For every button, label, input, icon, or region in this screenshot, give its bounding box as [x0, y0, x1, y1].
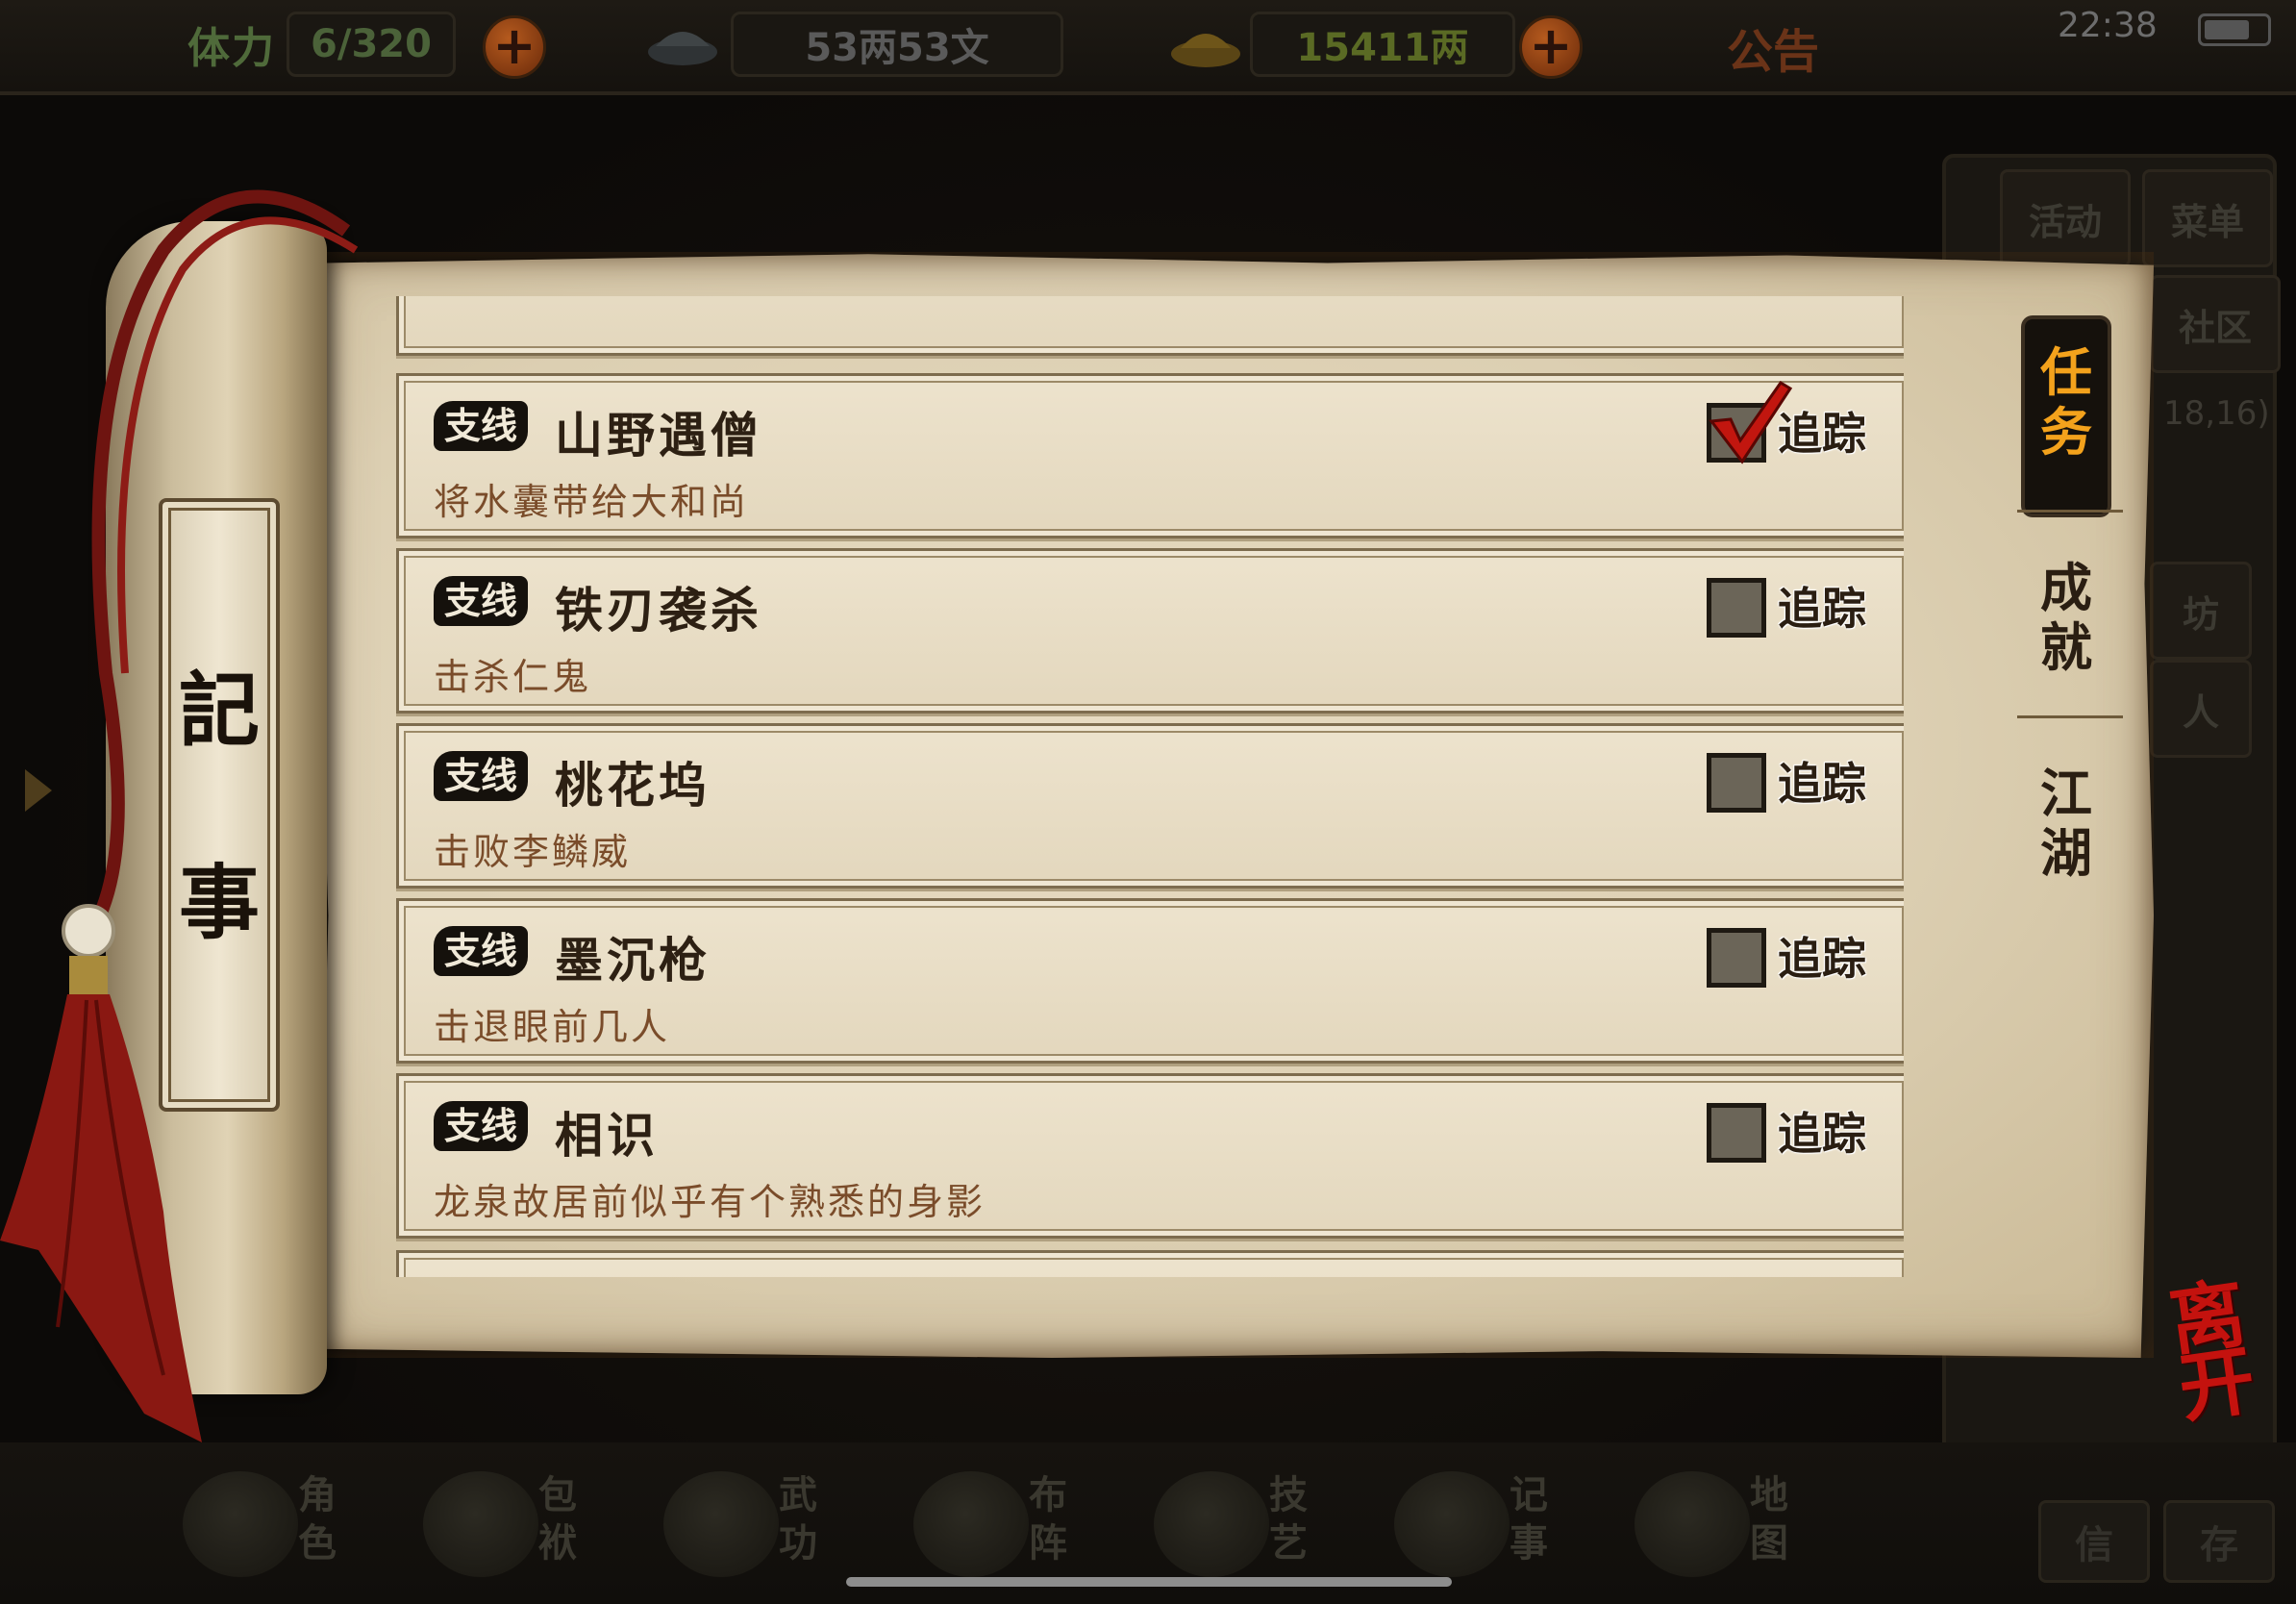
quest-title: 墨沉枪 [555, 932, 711, 989]
shop-button[interactable]: 坊 [2150, 562, 2252, 660]
track-checkbox[interactable] [1707, 928, 1766, 988]
mail-button[interactable]: 信 [2038, 1500, 2150, 1583]
quest-description: 击杀仁鬼 [434, 656, 592, 698]
silver-ingot-icon [648, 32, 717, 65]
activity-button[interactable]: 活动 [2000, 169, 2131, 267]
quest-description: 将水囊带给大和尚 [434, 481, 750, 523]
tab-divider [2017, 510, 2123, 513]
track-label[interactable]: 追踪 [1778, 924, 1866, 988]
notice-button[interactable]: 公告 [1727, 13, 1819, 81]
person-button[interactable]: 人 [2150, 660, 2252, 758]
quest-type-tag: 支线 [434, 926, 528, 976]
tab-quests[interactable]: 任务 [2025, 319, 2108, 514]
community-button[interactable]: 社区 [2150, 275, 2281, 373]
quest-card[interactable]: 支线 铁刃袭杀 击杀仁鬼 追踪 [396, 548, 1904, 714]
roller-title-plate: 記 事 [159, 498, 280, 1112]
quest-type-tag: 支线 [434, 401, 528, 451]
expand-arrow-icon[interactable] [25, 769, 52, 812]
quest-title: 相识 [555, 1107, 659, 1164]
quest-card-partial [396, 1250, 1904, 1277]
map-coordinates: 18,16) [2163, 394, 2270, 433]
nav-crafting[interactable]: 技艺 [1154, 1471, 1356, 1587]
quest-title: 山野遇僧 [555, 407, 762, 464]
quest-card[interactable]: 支线 相识 龙泉故居前似乎有个熟悉的身影 追踪 [396, 1073, 1904, 1239]
scroll-icon [1394, 1471, 1510, 1577]
quest-description: 击败李鳞威 [434, 831, 632, 873]
teapot-icon [1154, 1471, 1269, 1577]
silver-value: 53两53文 [731, 12, 1063, 77]
track-label[interactable]: 追踪 [1778, 574, 1866, 638]
tab-jianghu[interactable]: 江湖 [2025, 764, 2108, 883]
character-icon [183, 1471, 298, 1577]
quest-title: 桃花坞 [555, 757, 711, 814]
bag-icon [423, 1471, 538, 1577]
top-status-bar: 体力 6/320 + 53两53文 15411两 + 公告 22:38 [0, 0, 2296, 95]
gold-ingot-icon [1171, 34, 1240, 67]
tab-achievements[interactable]: 成就 [2025, 558, 2108, 677]
add-stamina-button[interactable]: + [483, 15, 546, 79]
nav-journal[interactable]: 记事 [1394, 1471, 1596, 1587]
map-icon [1635, 1471, 1750, 1577]
quest-description: 击退眼前几人 [434, 1006, 671, 1048]
quest-description: 龙泉故居前似乎有个熟悉的身影 [434, 1181, 986, 1223]
track-label[interactable]: 追踪 [1778, 1099, 1866, 1163]
books-icon [663, 1471, 779, 1577]
stamina-label: 体力 [187, 24, 276, 73]
quest-card[interactable]: 支线 桃花坞 击败李鳞威 追踪 [396, 723, 1904, 889]
quest-card[interactable]: 支线 墨沉枪 击退眼前几人 追踪 [396, 898, 1904, 1064]
nav-martial-arts[interactable]: 武功 [663, 1471, 865, 1587]
battery-icon [2198, 13, 2271, 46]
clock: 22:38 [2058, 6, 2158, 45]
nav-formation[interactable]: 布阵 [913, 1471, 1115, 1587]
track-checkbox[interactable] [1707, 380, 1792, 464]
nav-inventory[interactable]: 包袱 [423, 1471, 625, 1587]
nav-map[interactable]: 地图 [1635, 1471, 1836, 1587]
track-checkbox[interactable] [1707, 578, 1766, 638]
quest-type-tag: 支线 [434, 1101, 528, 1151]
stamina-value: 6/320 [287, 12, 456, 77]
quest-list[interactable]: 支线 山野遇僧 将水囊带给大和尚 追踪 支线 铁刃袭杀 击杀仁鬼 追踪 支线 桃… [385, 296, 1904, 1277]
track-checkbox[interactable] [1707, 1103, 1766, 1163]
save-button[interactable]: 存 [2163, 1500, 2275, 1583]
nav-character[interactable]: 角色 [183, 1471, 385, 1587]
track-label[interactable]: 追踪 [1778, 749, 1866, 813]
home-indicator[interactable] [846, 1577, 1452, 1587]
roller-title-char-1: 記 [178, 663, 260, 758]
roller-title-char-2: 事 [178, 855, 260, 950]
menu-button[interactable]: 菜单 [2142, 169, 2273, 267]
quest-card[interactable]: 支线 山野遇僧 将水囊带给大和尚 追踪 [396, 373, 1904, 539]
gold-value: 15411两 [1250, 12, 1515, 77]
quest-card-partial [396, 296, 1904, 356]
tab-divider [2017, 715, 2123, 718]
add-gold-button[interactable]: + [1519, 15, 1583, 79]
exit-button[interactable]: 离开 [2132, 1269, 2293, 1433]
quest-title: 铁刃袭杀 [555, 582, 762, 639]
track-checkbox[interactable] [1707, 753, 1766, 813]
bagua-icon [913, 1471, 1029, 1577]
quest-type-tag: 支线 [434, 576, 528, 626]
track-label[interactable]: 追踪 [1778, 399, 1866, 463]
quest-type-tag: 支线 [434, 751, 528, 801]
